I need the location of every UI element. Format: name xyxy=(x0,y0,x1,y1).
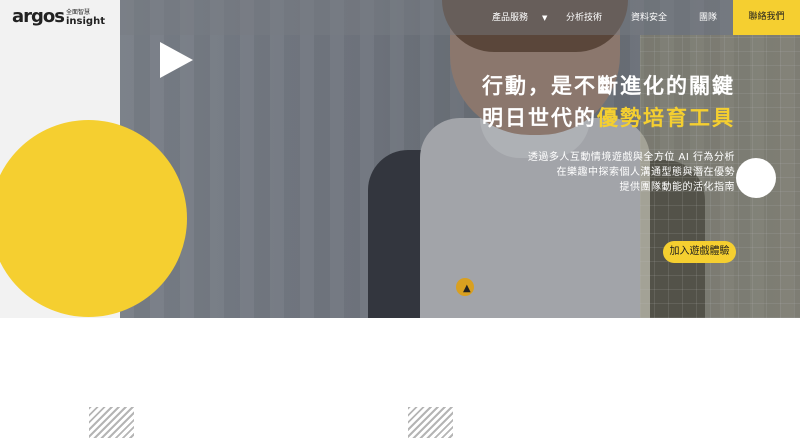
hero-description: 透過多人互動情境遊戲與全方位 AI 行為分析 在樂趣中探索個人溝通型態與潛在優勢… xyxy=(528,150,735,195)
white-circle-decoration xyxy=(736,158,776,198)
cursor-arrow-icon: ▲ xyxy=(463,283,471,294)
description-line-2: 在樂趣中探索個人溝通型態與潛在優勢 xyxy=(556,167,735,178)
join-game-button[interactable]: 加入遊戲體驗 xyxy=(663,241,736,263)
hatch-decoration-left xyxy=(89,407,134,438)
site-logo[interactable]: argos 全面智慧 insight xyxy=(12,6,105,28)
contact-us-button[interactable]: 聯絡我們 xyxy=(733,0,800,35)
headline-prefix: 明日世代的 xyxy=(482,106,597,130)
top-navbar: argos 全面智慧 insight 產品服務 ▼ 分析技術 資料安全 團隊 聯絡… xyxy=(0,0,800,35)
headline-line-1: 行動，是不斷進化的關鍵 xyxy=(482,74,735,98)
headline-line-2: 明日世代的優勢培育工具 xyxy=(482,102,735,134)
nav-item-data-security[interactable]: 資料安全 xyxy=(631,10,667,26)
caret-down-icon: ▼ xyxy=(542,14,548,22)
nav-item-team[interactable]: 團隊 xyxy=(699,10,717,26)
logo-english: insight xyxy=(66,16,105,27)
description-line-3: 提供團隊動能的活化指南 xyxy=(619,182,735,193)
nav-item-technology[interactable]: 分析技術 xyxy=(566,10,602,26)
headline-highlight: 優勢培育工具 xyxy=(597,106,735,130)
hero-headline: 行動，是不斷進化的關鍵 明日世代的優勢培育工具 xyxy=(482,70,735,134)
logo-chinese: 全面智慧 xyxy=(66,9,91,16)
hatch-decoration-right xyxy=(408,407,453,438)
nav-item-products[interactable]: 產品服務 ▼ xyxy=(492,10,547,26)
logo-subtext: 全面智慧 insight xyxy=(66,9,105,27)
logo-wordmark: argos xyxy=(12,6,65,27)
play-icon[interactable] xyxy=(160,42,193,78)
navbar-background xyxy=(120,0,800,35)
description-line-1: 透過多人互動情境遊戲與全方位 AI 行為分析 xyxy=(527,152,735,163)
nav-item-products-label: 產品服務 xyxy=(492,13,529,23)
